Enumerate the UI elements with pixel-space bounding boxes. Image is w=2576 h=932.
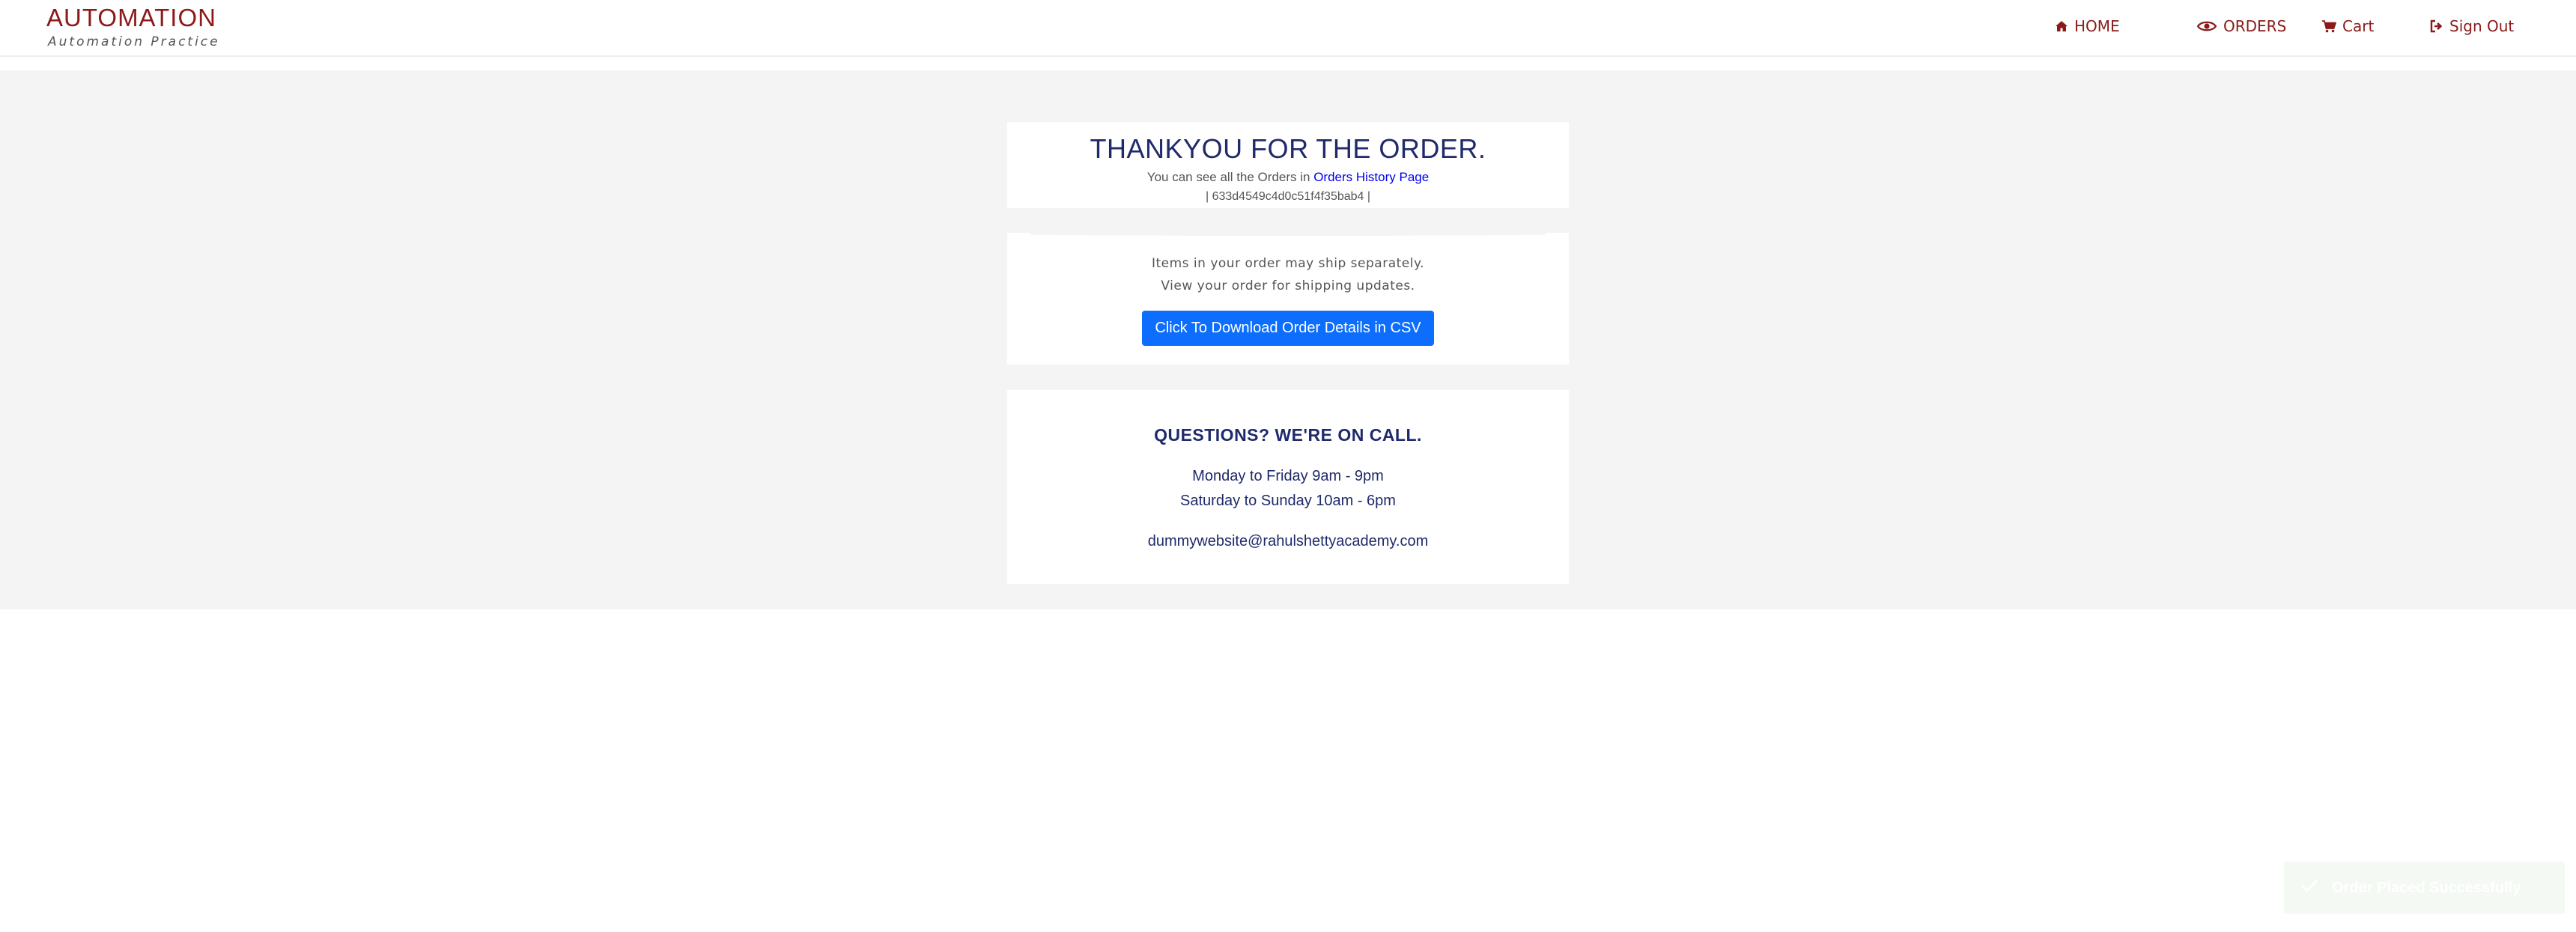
- sign-out-icon: [2430, 19, 2443, 33]
- orders-history-line: You can see all the Orders in Orders His…: [1007, 168, 1569, 186]
- nav-home-label: HOME: [2074, 17, 2120, 35]
- nav-signout-button[interactable]: Sign Out: [2430, 15, 2514, 37]
- contact-email[interactable]: dummywebsite@rahulshettyacademy.com: [1007, 530, 1569, 552]
- orders-history-prefix: You can see all the Orders in: [1146, 170, 1314, 184]
- top-navbar: AUTOMATION Automation Practice HOME ORDE…: [0, 0, 2576, 57]
- orders-history-link[interactable]: Orders History Page: [1313, 170, 1429, 184]
- toast-message: Order Placed Successfully: [2332, 879, 2521, 896]
- questions-title: QUESTIONS? WE'RE ON CALL.: [1154, 425, 1422, 445]
- hours-weekday: Monday to Friday 9am - 9pm: [1192, 468, 1384, 484]
- shipping-line-updates: View your order for shipping updates.: [1161, 278, 1415, 293]
- shipping-card: Items in your order may ship separately.…: [1007, 233, 1569, 365]
- eye-icon: [2196, 19, 2217, 33]
- brand-logo[interactable]: AUTOMATION Automation Practice: [46, 3, 220, 51]
- cart-icon: [2321, 19, 2336, 33]
- nav-cart-button[interactable]: Cart: [2321, 15, 2374, 37]
- brand-title: AUTOMATION: [46, 4, 216, 31]
- nav-home-button[interactable]: HOME: [2055, 15, 2120, 37]
- hours-weekend: Saturday to Sunday 10am - 6pm: [1180, 493, 1396, 509]
- check-icon: [2300, 878, 2318, 898]
- order-placed-toast[interactable]: Order Placed Successfully: [2284, 862, 2565, 914]
- nav-signout-label: Sign Out: [2449, 17, 2515, 35]
- home-icon: [2055, 20, 2068, 32]
- nav-cart-label: Cart: [2342, 17, 2375, 35]
- thankyou-title: THANKYOU FOR THE ORDER.: [1090, 133, 1486, 164]
- card-divider: [1030, 233, 1546, 236]
- brand-subtitle: Automation Practice: [48, 34, 220, 49]
- main-content: THANKYOU FOR THE ORDER. You can see all …: [0, 70, 2576, 609]
- questions-card: QUESTIONS? WE'RE ON CALL. Monday to Frid…: [1007, 390, 1569, 584]
- order-id: | 633d4549c4d0c51f4f35bab4 |: [1205, 190, 1371, 203]
- nav-orders-button[interactable]: ORDERS: [2196, 15, 2286, 37]
- thankyou-card: THANKYOU FOR THE ORDER. You can see all …: [1007, 122, 1569, 208]
- download-csv-button[interactable]: Click To Download Order Details in CSV: [1142, 311, 1434, 346]
- shipping-line-separately: Items in your order may ship separately.: [1151, 256, 1425, 271]
- nav-orders-label: ORDERS: [2223, 17, 2287, 35]
